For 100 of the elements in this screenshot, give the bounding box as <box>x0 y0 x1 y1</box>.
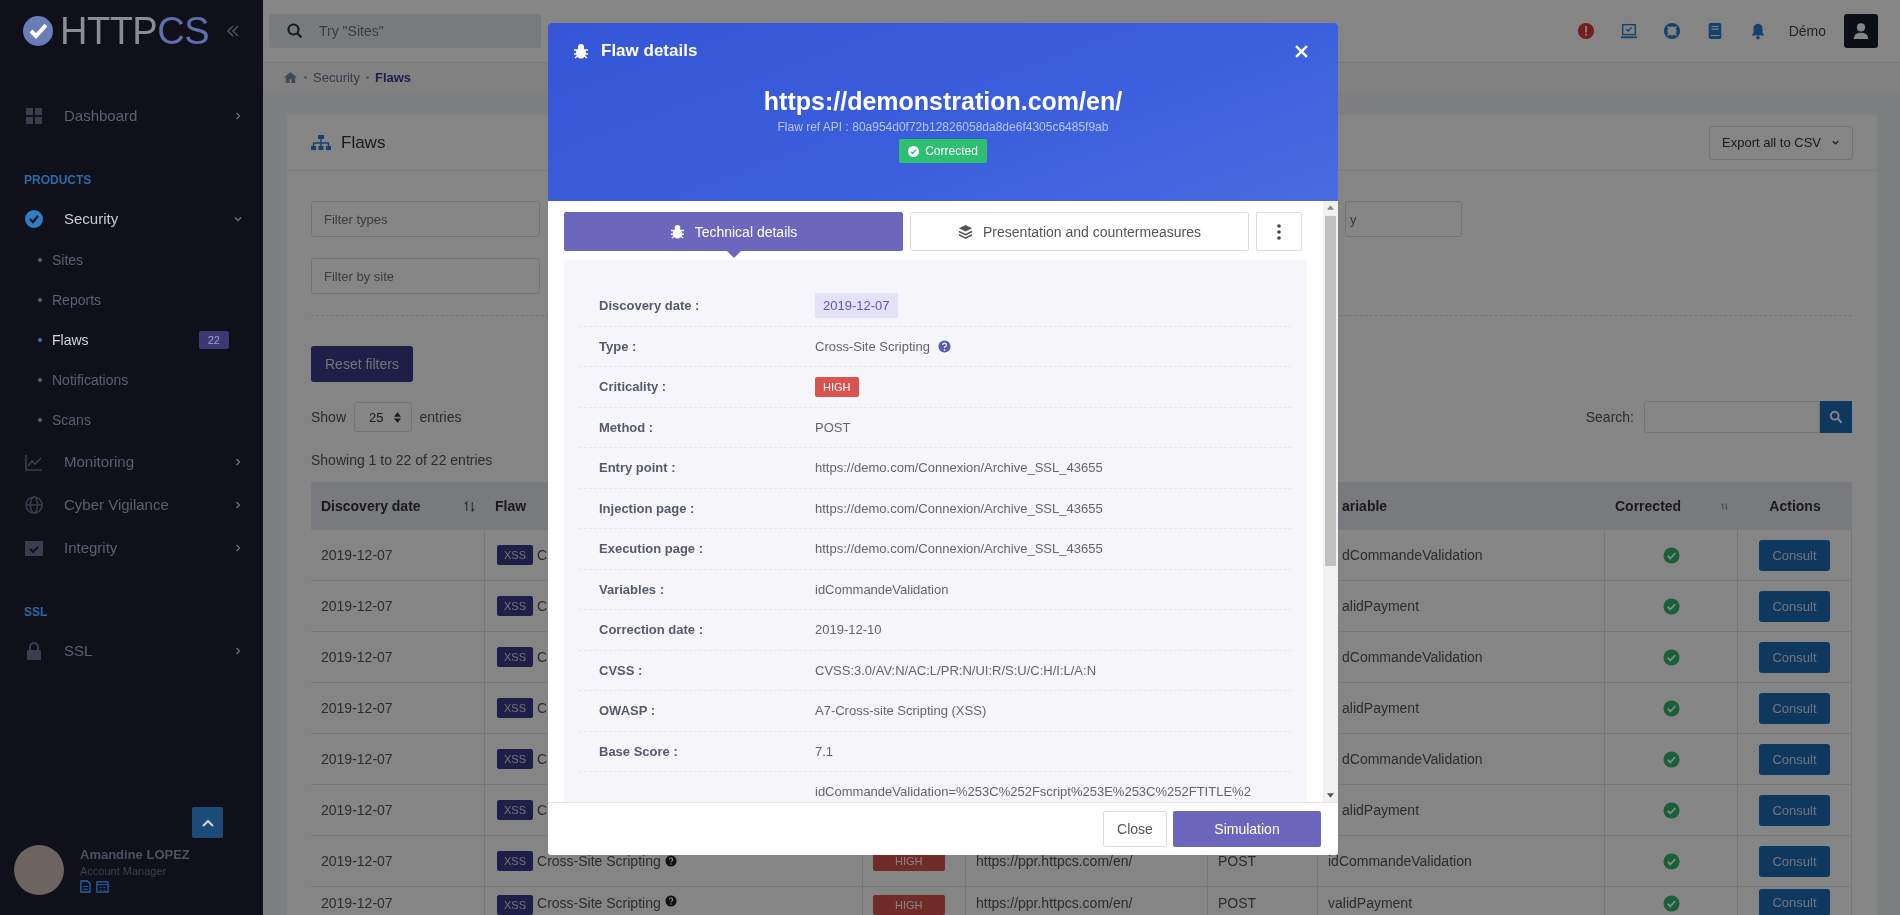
home-icon[interactable] <box>283 70 298 84</box>
scroll-down-arrow-icon[interactable] <box>1327 793 1334 798</box>
search-input[interactable]: Try "Sites" <box>319 14 541 48</box>
table-cell: C <box>537 751 548 767</box>
nav-item[interactable]: Integrity <box>0 526 263 569</box>
nav-item[interactable]: Monitoring <box>0 440 263 483</box>
check-circle-icon <box>908 145 920 157</box>
entries-label: entries <box>419 409 462 425</box>
nav-subitem[interactable]: Sites <box>0 240 263 280</box>
export-dropdown-button[interactable]: Export all to CSV <box>1709 125 1853 160</box>
table-cell: 2019-12-07 <box>321 649 393 665</box>
table-cell: C <box>537 598 548 614</box>
nav-section-heading: SSL <box>23 604 49 621</box>
sort-icon[interactable] <box>464 500 475 512</box>
table-search-field[interactable] <box>1644 401 1820 433</box>
severity-badge: HIGH <box>873 895 945 915</box>
consult-button[interactable]: Consult <box>1759 590 1830 622</box>
help-icon[interactable] <box>664 855 677 867</box>
detail-label: Variables : <box>599 581 665 597</box>
consult-button[interactable]: Consult <box>1759 794 1830 826</box>
user-name[interactable]: Démo <box>1788 23 1826 39</box>
table-cell: Cross-Site Scripting <box>537 853 661 869</box>
detail-value: 2019-12-10 <box>815 622 882 638</box>
user-menu-button[interactable] <box>1844 14 1878 48</box>
check-circle-logo-icon <box>22 15 54 47</box>
globe-icon <box>24 494 44 515</box>
consult-button[interactable]: Consult <box>1759 692 1830 724</box>
chevron-right-icon <box>233 110 243 121</box>
filter-field[interactable]: Filter types <box>311 201 540 237</box>
scroll-to-top-button[interactable] <box>192 807 223 838</box>
nav-subitem[interactable]: Scans <box>0 400 263 440</box>
table-cell: C <box>537 802 548 818</box>
reset-filters-button[interactable]: Reset filters <box>311 346 413 382</box>
consult-button[interactable]: Consult <box>1759 539 1830 571</box>
bug-icon <box>669 224 685 239</box>
alert-icon[interactable] <box>1576 22 1595 40</box>
severity-badge: HIGH <box>815 376 859 397</box>
search-button[interactable] <box>1820 401 1852 433</box>
close-icon[interactable] <box>1295 44 1308 58</box>
laptop-check-icon[interactable] <box>1619 22 1638 40</box>
consult-button[interactable]: Consult <box>1759 641 1830 673</box>
detail-value: Cross-Site Scripting <box>815 338 930 354</box>
consult-button[interactable]: Consult <box>1759 889 1830 915</box>
calendar-icon[interactable] <box>96 880 109 893</box>
entries-info: Showing 1 to 22 of 22 entries <box>311 452 493 468</box>
scrollbar[interactable] <box>1323 201 1338 802</box>
tab[interactable]: Presentation and countermeasures <box>910 212 1249 251</box>
layers-icon <box>958 224 974 239</box>
logo-text: HTTPCS <box>60 11 209 51</box>
detail-value: idCommandeValidation=%253C%252Fscript%253E%253C%252FTITLE%2 <box>815 784 1251 800</box>
table-cell: dCommandeValidation <box>1342 649 1483 665</box>
table-cell: POST <box>1218 853 1257 869</box>
table-cell: 2019-12-07 <box>321 700 393 716</box>
page-length-select[interactable]: 25 <box>354 402 412 432</box>
table-cell: 2019-12-07 <box>321 895 393 911</box>
table-cell: idCommandeValidation <box>1328 853 1472 869</box>
close-button[interactable]: Close <box>1103 811 1167 847</box>
dialog-title: Flaw details <box>601 41 698 61</box>
lifebuoy-icon[interactable] <box>1662 22 1681 40</box>
breadcrumb-link[interactable]: Security <box>313 69 360 85</box>
filter-field[interactable]: Filter by site <box>311 258 540 294</box>
card-title: Flaws <box>341 132 386 153</box>
consult-button[interactable]: Consult <box>1759 743 1830 775</box>
table-cell: 2019-12-07 <box>321 853 393 869</box>
breadcrumb-link[interactable]: Flaws <box>374 69 412 85</box>
detail-value: A7-Cross-site Scripting (XSS) <box>815 703 987 719</box>
sort-icon[interactable] <box>1721 500 1728 512</box>
table-cell: alidPayment <box>1342 598 1420 614</box>
detail-value: https://demo.com/Connexion/Archive_SSL_43655 <box>815 541 1103 557</box>
nav-item[interactable]: Cyber Vigilance <box>0 483 263 526</box>
grid-icon <box>24 105 44 126</box>
detail-value: idCommandeValidation <box>815 581 949 597</box>
scroll-up-arrow-icon[interactable] <box>1327 205 1334 210</box>
help-icon[interactable] <box>937 339 951 353</box>
chevron-down-icon <box>1831 138 1840 147</box>
bug-icon <box>573 43 589 59</box>
nav-subitem[interactable]: Reports <box>0 280 263 320</box>
double-chevron-icon[interactable] <box>225 23 241 39</box>
help-icon[interactable] <box>664 895 677 907</box>
nav-subitem[interactable]: Flaws 22 <box>0 320 263 360</box>
simulation-button[interactable]: Simulation <box>1173 811 1321 847</box>
search-field[interactable]: Try "Sites" <box>269 14 541 48</box>
flaw-type-tag: XSS <box>497 647 533 667</box>
show-label: Show <box>311 409 347 425</box>
vertical-dots-icon <box>1277 223 1281 240</box>
document-icon[interactable] <box>80 880 91 893</box>
nav-item[interactable]: Dashboard <box>0 94 263 137</box>
nav-item[interactable]: SSL <box>0 629 263 672</box>
detail-label: Type : <box>599 338 637 354</box>
table-cell: https://ppr.httpcs.com/en/ <box>976 853 1133 869</box>
consult-button[interactable]: Consult <box>1759 845 1830 877</box>
search-icon <box>287 23 303 39</box>
column-header[interactable]: Corrected <box>1605 482 1738 530</box>
table-cell: https://ppr.httpcs.com/en/ <box>976 895 1133 911</box>
nav-item[interactable]: Security <box>0 197 263 240</box>
nav-subitem[interactable]: Notifications <box>0 360 263 400</box>
detail-label: Entry point : <box>599 460 676 476</box>
filter-field[interactable]: y <box>1345 201 1462 237</box>
column-header[interactable]: Actions <box>1738 482 1852 530</box>
column-header[interactable]: Discovery date <box>311 482 485 530</box>
